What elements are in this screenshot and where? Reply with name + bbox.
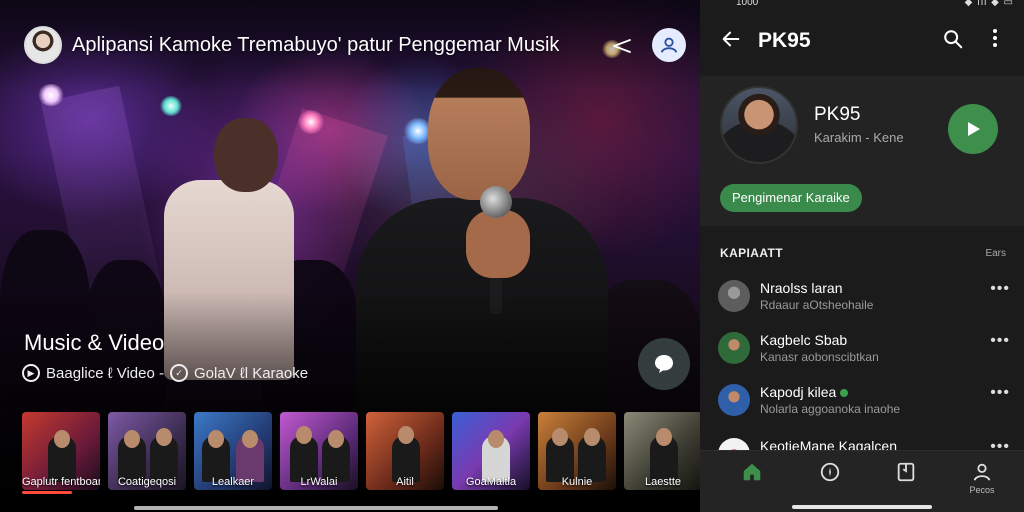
list-header: KAPIAATT (720, 246, 783, 260)
library-icon (897, 462, 915, 482)
list-item[interactable]: Nraolss laran Rdaaur aOtsheohaile ••• (700, 276, 1024, 328)
thumbnail[interactable]: Gaplutr fentboantd (22, 412, 100, 490)
chat-button[interactable] (638, 338, 690, 390)
subtitle-left: Baaglice ℓ Video - (46, 364, 164, 382)
phone-panel: 1000 ◆ ıll ◆ ▭ PK95 PK95 Karakim - Kene … (700, 0, 1024, 512)
singer-hand (466, 210, 530, 278)
more-horizontal-icon[interactable]: ••• (990, 384, 1010, 402)
play-icon (968, 122, 980, 136)
nav-profile-label: Pecos (969, 485, 995, 495)
thumbnail-strip: Gaplutr fentboantd Coatigeqosi Lealkaer … (22, 412, 700, 492)
home-indicator (792, 505, 932, 509)
category-chip[interactable]: Pengimenar Karaike (720, 184, 862, 212)
status-bar: 1000 ◆ ıll ◆ ▭ (700, 0, 1024, 14)
more-horizontal-icon[interactable]: ••• (990, 332, 1010, 350)
page-title: PK95 (758, 29, 811, 52)
home-indicator (134, 506, 498, 510)
more-vertical-icon[interactable] (984, 28, 1006, 54)
play-ring-icon: ▶ (22, 364, 40, 382)
avatar[interactable] (24, 26, 62, 64)
avatar (718, 384, 750, 416)
profile-card: PK95 Karakim - Kene Pengimenar Karaike (700, 76, 1024, 226)
profile-avatar[interactable] (720, 86, 798, 164)
nav-home[interactable] (732, 461, 772, 501)
search-icon[interactable] (942, 28, 968, 54)
nav-explore[interactable] (810, 461, 850, 501)
online-status-dot (840, 389, 849, 398)
watch-progress-bar (22, 491, 72, 494)
avatar (718, 332, 750, 364)
subtitle-right: GolaV ℓl Karaoke (193, 364, 309, 382)
list-item[interactable]: Kapodj kilea Nolarla aggoanoka inaohe ••… (700, 380, 1024, 432)
background-singer-head (214, 118, 278, 192)
app-bar: PK95 (700, 22, 1024, 62)
profile-name: PK95 (814, 104, 861, 125)
avatar (718, 280, 750, 312)
section-title: Music & Video (24, 330, 165, 355)
list-item[interactable]: Kagbelc Sbab Kanasr aobonscibtkan ••• (700, 328, 1024, 380)
home-icon (743, 463, 761, 481)
list-header-action[interactable]: Ears (985, 248, 1006, 259)
bottom-nav: Pecos (700, 450, 1024, 512)
section-subtitle: ▶ Baaglice ℓ Video - ✓ GolaV ℓl Karaoke (22, 364, 308, 382)
profile-icon[interactable] (652, 28, 686, 62)
stage-light (160, 96, 182, 116)
video-hero[interactable]: Aplipansi Kamoke Tremabuyo' patur Pengge… (0, 0, 700, 512)
play-button[interactable] (948, 104, 998, 154)
app-title: Aplipansi Kamoke Tremabuyo' patur Pengge… (72, 33, 560, 56)
more-horizontal-icon[interactable]: ••• (990, 280, 1010, 298)
hero-topbar: Aplipansi Kamoke Tremabuyo' patur Pengge… (24, 26, 559, 64)
chat-bubble-icon (655, 355, 673, 373)
share-icon[interactable] (606, 30, 638, 62)
status-time: 1000 (736, 0, 759, 8)
person-icon (973, 463, 991, 481)
thumbnail[interactable]: Lealkaer (194, 412, 272, 490)
thumbnail[interactable]: Laestte (624, 412, 700, 490)
status-icons: ◆ ıll ◆ ▭ (964, 0, 1014, 8)
compass-icon (820, 462, 840, 482)
thumbnail[interactable]: Coatigeqosi (108, 412, 186, 490)
back-arrow-icon[interactable] (718, 28, 744, 54)
nav-library[interactable] (886, 461, 926, 501)
nav-profile[interactable]: Pecos (962, 461, 1002, 501)
microphone-head (480, 186, 512, 218)
thumbnail[interactable]: LrWalai (280, 412, 358, 490)
check-ring-icon: ✓ (169, 364, 188, 382)
thumbnail[interactable]: Kulnie (538, 412, 616, 490)
stage-light (298, 110, 324, 134)
profile-subtitle: Karakim - Kene (814, 130, 904, 145)
thumbnail[interactable]: Aitil (366, 412, 444, 490)
thumbnail[interactable]: GoaMaltla (452, 412, 530, 490)
